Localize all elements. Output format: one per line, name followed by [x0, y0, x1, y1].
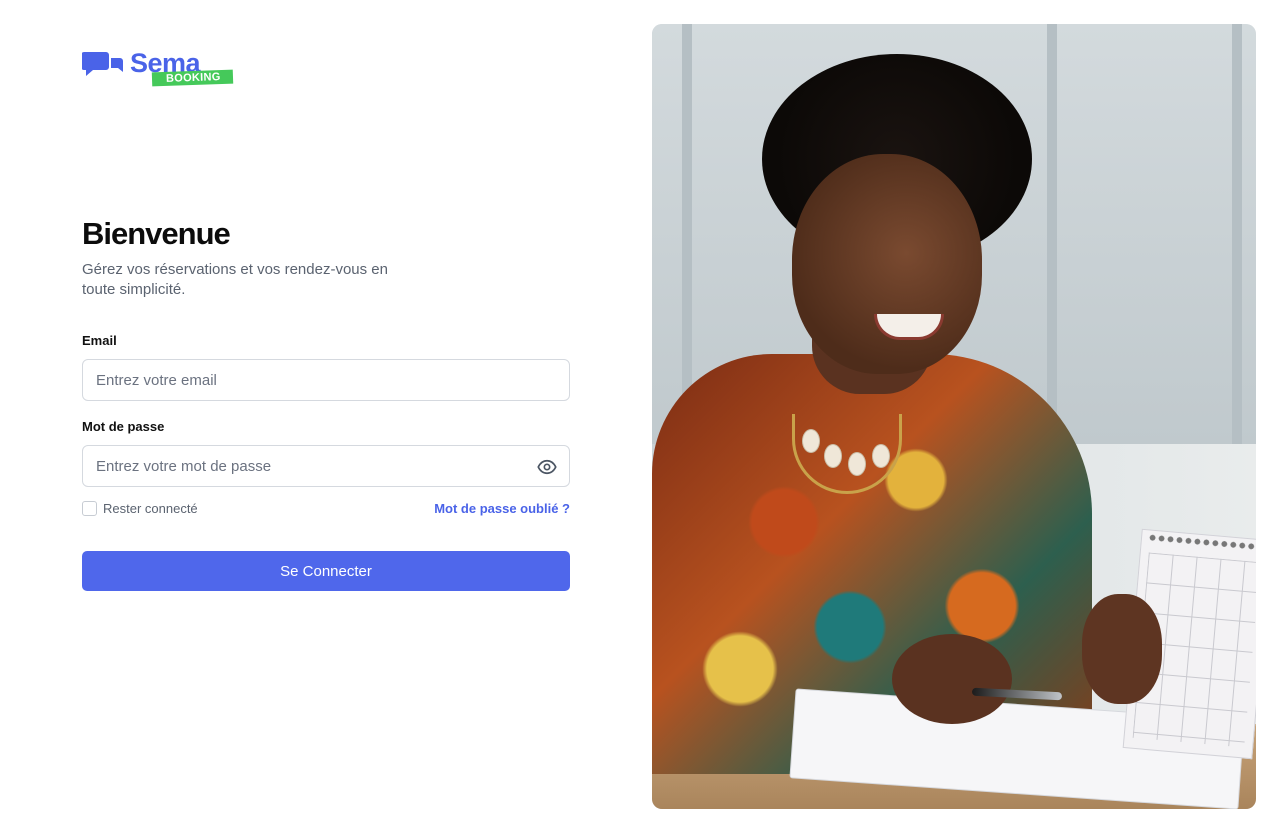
page-subtitle: Gérez vos réservations et vos rendez-vou…: [82, 261, 388, 298]
remember-me[interactable]: Rester connecté: [82, 501, 198, 516]
page-title: Bienvenue: [82, 216, 231, 251]
forgot-password-link[interactable]: Mot de passe oublié ?: [434, 501, 570, 516]
email-label: Email: [82, 333, 117, 348]
brand-logo: Sema BOOKING: [82, 48, 234, 92]
remember-label: Rester connecté: [103, 501, 198, 516]
hero-photo: [652, 24, 1256, 809]
email-field[interactable]: [82, 359, 570, 401]
brand-badge: BOOKING: [151, 69, 233, 87]
chat-bubbles-icon: [82, 52, 123, 76]
remember-checkbox[interactable]: [82, 501, 97, 516]
password-label: Mot de passe: [82, 419, 165, 434]
eye-icon[interactable]: [537, 457, 557, 477]
password-field[interactable]: [82, 445, 570, 487]
hero-face: [792, 154, 982, 374]
login-button[interactable]: Se Connecter: [82, 551, 570, 591]
